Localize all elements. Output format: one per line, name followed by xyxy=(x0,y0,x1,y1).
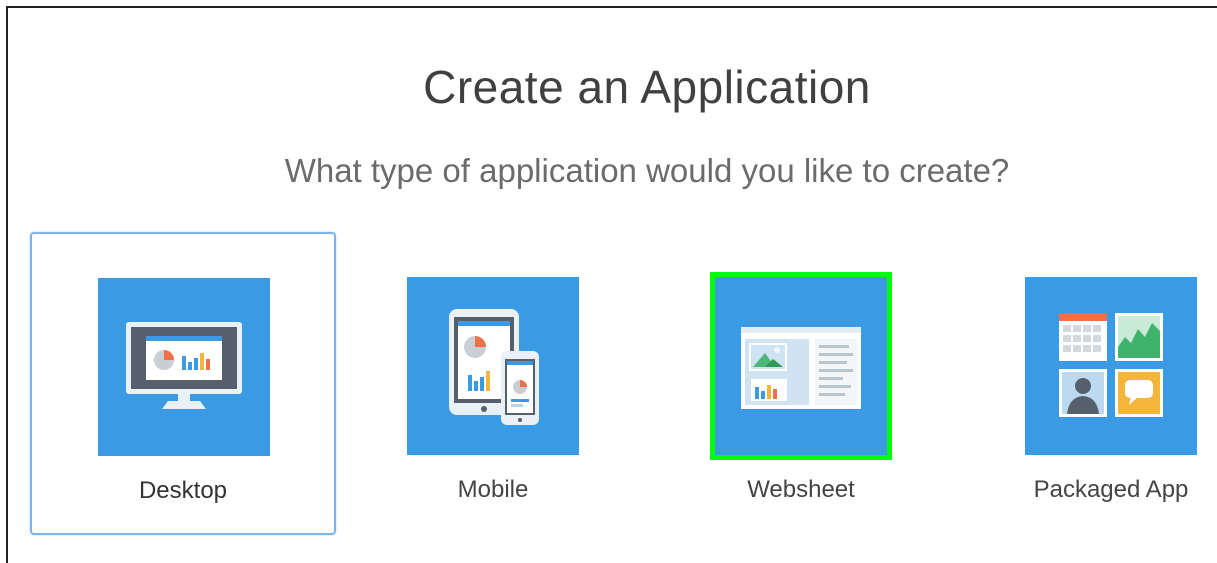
option-label-desktop: Desktop xyxy=(138,477,228,504)
desktop-tile xyxy=(98,278,270,456)
page-subtitle: What type of application would you like … xyxy=(284,152,1010,189)
option-label-packaged-app: Packaged App xyxy=(1033,476,1189,503)
option-websheet[interactable]: Websheet xyxy=(648,232,954,535)
mobile-tile xyxy=(407,277,579,455)
option-label-websheet: Websheet xyxy=(747,476,855,503)
option-packaged-app[interactable]: Packaged App xyxy=(958,232,1217,535)
websheet-tile xyxy=(710,272,892,460)
desktop-monitor-icon xyxy=(126,322,242,409)
packaged-app-grid-icon xyxy=(1059,313,1163,417)
page-title: Create an Application xyxy=(423,61,871,113)
packaged-app-tile xyxy=(1025,277,1197,455)
option-label-mobile: Mobile xyxy=(457,476,529,503)
option-desktop[interactable]: Desktop xyxy=(30,232,336,535)
option-mobile[interactable]: Mobile xyxy=(340,232,646,535)
tablet-phone-icon xyxy=(449,309,539,425)
websheet-icon xyxy=(741,327,861,409)
